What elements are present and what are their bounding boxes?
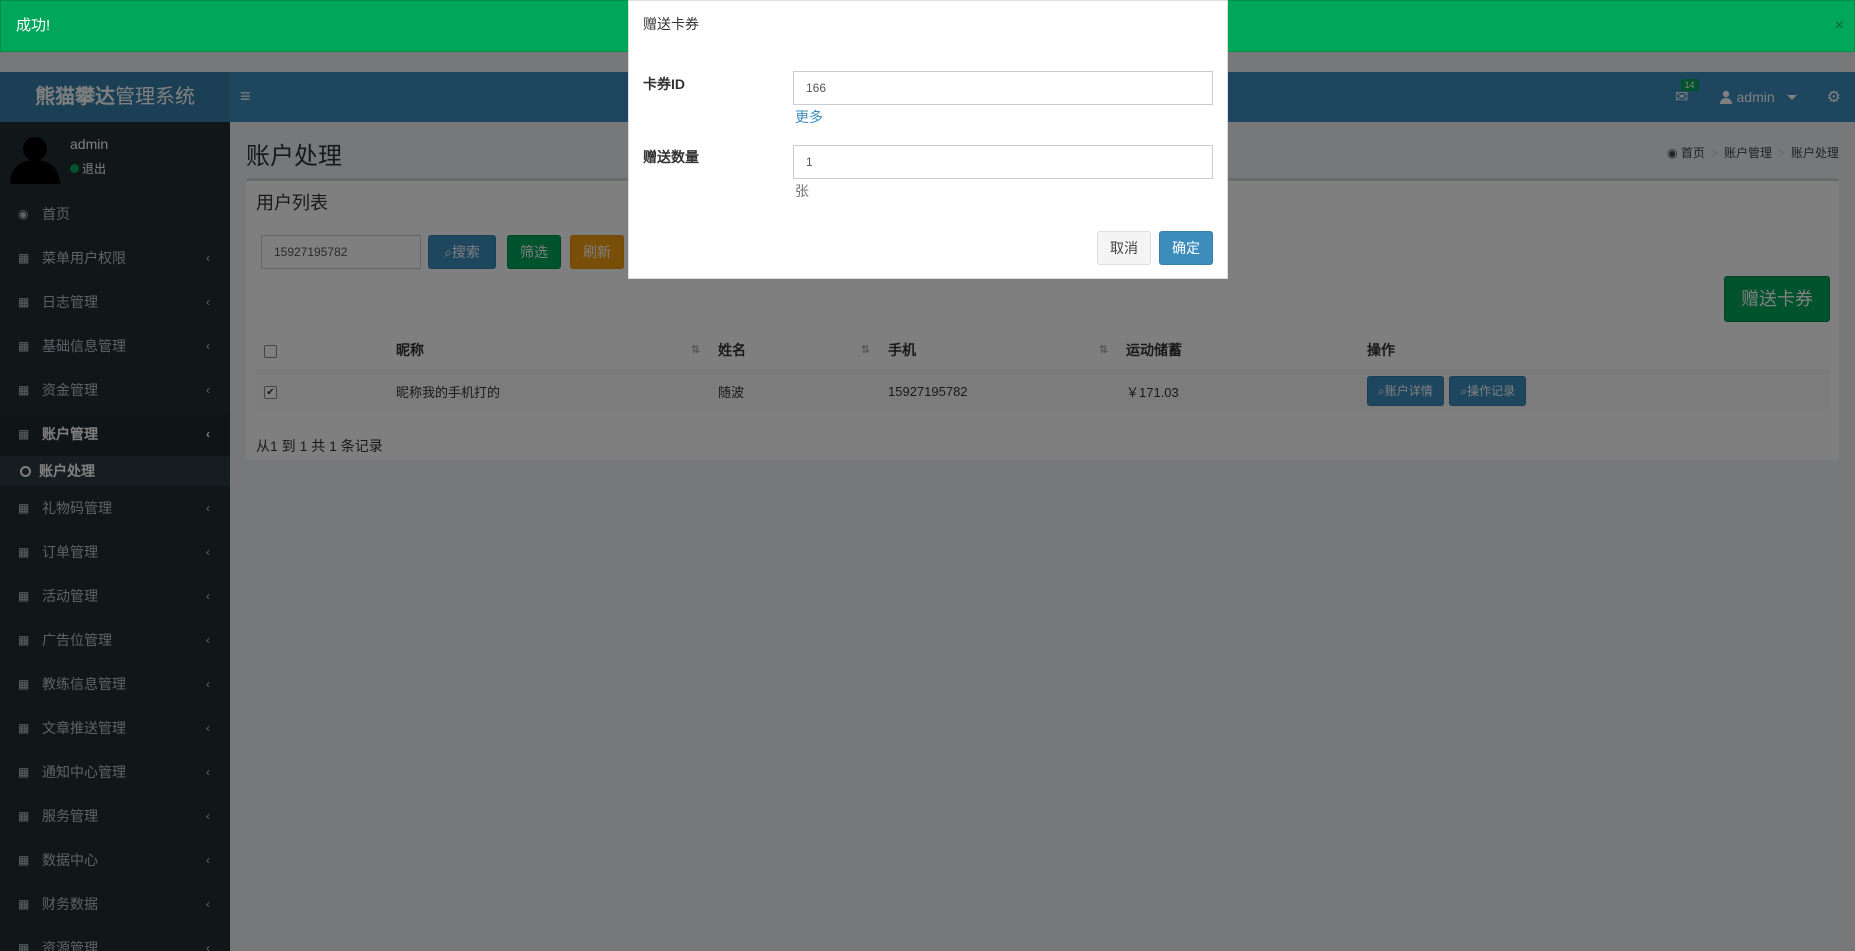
gift-card-modal: 赠送卡券 卡券ID 166 更多 赠送数量 1 张 取消 确定 <box>628 0 1228 279</box>
card-id-label: 卡券ID <box>643 76 685 92</box>
quantity-input[interactable]: 1 <box>793 145 1213 179</box>
cancel-button[interactable]: 取消 <box>1097 231 1151 265</box>
confirm-button[interactable]: 确定 <box>1159 231 1213 265</box>
close-icon[interactable]: × <box>1835 1 1844 51</box>
modal-title: 赠送卡券 <box>643 16 699 32</box>
more-link[interactable]: 更多 <box>795 107 823 127</box>
quantity-label: 赠送数量 <box>643 149 699 165</box>
card-id-input[interactable]: 166 <box>793 71 1213 105</box>
quantity-unit: 张 <box>795 183 809 199</box>
alert-message: 成功! <box>16 17 51 34</box>
